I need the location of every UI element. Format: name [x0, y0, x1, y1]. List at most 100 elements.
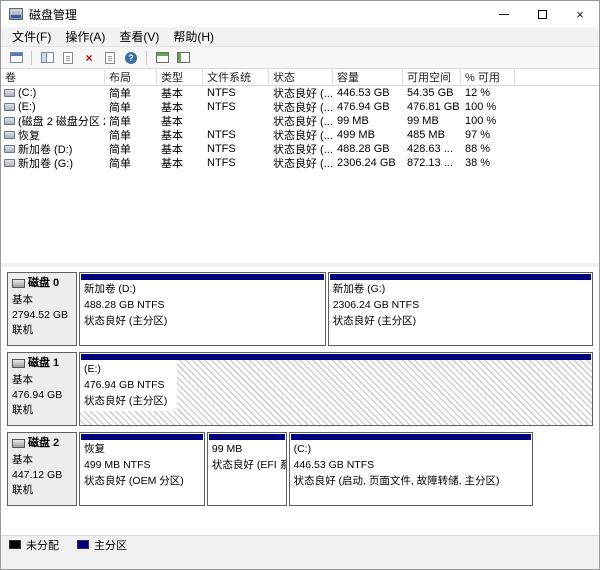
cell-filesystem: NTFS	[203, 101, 269, 113]
disk-size: 476.94 GB	[12, 388, 72, 403]
disk-type: 基本	[12, 453, 72, 468]
partitions-area: 新加卷 (D:) 488.28 GB NTFS 状态良好 (主分区) 新加卷 (…	[79, 272, 593, 346]
partition-name: (C:)	[294, 442, 528, 458]
partition-size: 2306.24 GB NTFS	[333, 298, 588, 314]
col-header-volume[interactable]: 卷	[1, 69, 105, 85]
legend-label: 未分配	[26, 537, 59, 553]
cell-capacity: 476.94 GB	[333, 101, 403, 113]
disk-row-2: 磁盘 2 基本 447.12 GB 联机 恢复 499 MB NTFS 状态良好…	[7, 432, 593, 506]
partition-status: 状态良好 (主分区)	[333, 314, 588, 330]
disk-type: 基本	[12, 293, 72, 308]
disk-header[interactable]: 磁盘 0 基本 2794.52 GB 联机	[7, 272, 77, 346]
table-row[interactable]: (磁盘 2 磁盘分区 2) 简单 基本 状态良好 (... 99 MB 99 M…	[1, 114, 599, 128]
col-header-filesystem[interactable]: 文件系统	[203, 69, 269, 85]
cell-capacity: 99 MB	[333, 115, 403, 127]
volume-icon	[4, 131, 15, 139]
partition-status: 状态良好 (主分区)	[84, 314, 321, 330]
cell-free: 99 MB	[403, 115, 461, 127]
menu-help[interactable]: 帮助(H)	[166, 26, 221, 47]
titlebar[interactable]: 磁盘管理 ×	[1, 1, 599, 27]
cell-type: 基本	[157, 155, 203, 171]
disk-header[interactable]: 磁盘 1 基本 476.94 GB 联机	[7, 352, 77, 426]
delete-icon: ×	[85, 52, 92, 64]
table-row[interactable]: 恢复 简单 基本 NTFS 状态良好 (... 499 MB 485 MB 97…	[1, 128, 599, 142]
cell-volume: 新加卷 (G:)	[1, 155, 105, 171]
partition-recovery[interactable]: 恢复 499 MB NTFS 状态良好 (OEM 分区)	[79, 432, 205, 506]
col-header-layout[interactable]: 布局	[105, 69, 157, 85]
disk-status: 联机	[12, 323, 72, 338]
disk-row-0: 磁盘 0 基本 2794.52 GB 联机 新加卷 (D:) 488.28 GB…	[7, 272, 593, 346]
cell-pct-free: 88 %	[461, 143, 515, 155]
panes-view-button[interactable]	[38, 49, 56, 67]
partition-status: 状态良好 (OEM 分区)	[84, 474, 200, 490]
unallocated-swatch	[9, 540, 21, 549]
table-row[interactable]: (C:) 简单 基本 NTFS 状态良好 (... 446.53 GB 54.3…	[1, 86, 599, 100]
help-button[interactable]: ?	[122, 49, 140, 67]
cell-filesystem: NTFS	[203, 87, 269, 99]
minimize-icon	[499, 14, 509, 15]
cell-free: 428.63 ...	[403, 143, 461, 155]
list-view-button[interactable]	[153, 49, 171, 67]
legend-label: 主分区	[94, 537, 127, 553]
disk-header[interactable]: 磁盘 2 基本 447.12 GB 联机	[7, 432, 77, 506]
table-row[interactable]: 新加卷 (D:) 简单 基本 NTFS 状态良好 (... 488.28 GB …	[1, 142, 599, 156]
window-title: 磁盘管理	[29, 6, 77, 23]
panes-icon	[41, 52, 54, 63]
partition-name: (E:)	[84, 362, 167, 378]
menu-view[interactable]: 查看(V)	[112, 26, 166, 47]
toolbar-separator	[146, 51, 147, 65]
delete-volume-button[interactable]: ×	[80, 49, 98, 67]
cell-free: 872.13 ...	[403, 157, 461, 169]
export-list-button[interactable]	[59, 49, 77, 67]
menu-action[interactable]: 操作(A)	[58, 26, 112, 47]
disk-type: 基本	[12, 373, 72, 388]
properties-button[interactable]	[101, 49, 119, 67]
statusbar	[1, 553, 599, 569]
partition-size: 476.94 GB NTFS	[84, 378, 167, 394]
minimize-button[interactable]	[485, 1, 523, 27]
volume-list-header: 卷 布局 类型 文件系统 状态 容量 可用空间 % 可用	[1, 69, 599, 86]
partition-size: 499 MB NTFS	[84, 458, 200, 474]
partition-name: 恢复	[84, 442, 200, 458]
table-row[interactable]: 新加卷 (G:) 简单 基本 NTFS 状态良好 (... 2306.24 GB…	[1, 156, 599, 170]
toolbar: × ?	[1, 47, 599, 69]
cell-free: 54.35 GB	[403, 87, 461, 99]
col-header-status[interactable]: 状态	[269, 69, 333, 85]
disk-management-window: 磁盘管理 × 文件(F) 操作(A) 查看(V) 帮助(H) × ? 卷 布局 …	[0, 0, 600, 570]
col-header-type[interactable]: 类型	[157, 69, 203, 85]
cell-capacity: 2306.24 GB	[333, 157, 403, 169]
partition-d[interactable]: 新加卷 (D:) 488.28 GB NTFS 状态良好 (主分区)	[79, 272, 326, 346]
cell-pct-free: 12 %	[461, 87, 515, 99]
console-window-icon	[10, 52, 23, 63]
partition-c[interactable]: (C:) 446.53 GB NTFS 状态良好 (启动, 页面文件, 故障转储…	[289, 432, 533, 506]
menu-file[interactable]: 文件(F)	[5, 26, 58, 47]
toolbar-separator	[31, 51, 32, 65]
maximize-button[interactable]	[523, 1, 561, 27]
legend: 未分配 主分区	[1, 535, 599, 553]
properties-icon	[105, 52, 115, 64]
legend-item-unallocated: 未分配	[9, 537, 59, 553]
close-button[interactable]: ×	[561, 1, 599, 27]
partition-name: 新加卷 (D:)	[84, 282, 321, 298]
partition-size: 99 MB	[212, 442, 282, 458]
console-tree-button[interactable]	[7, 49, 25, 67]
graph-view-icon	[177, 52, 190, 63]
partition-g[interactable]: 新加卷 (G:) 2306.24 GB NTFS 状态良好 (主分区)	[328, 272, 593, 346]
col-header-capacity[interactable]: 容量	[333, 69, 403, 85]
partitions-area: 恢复 499 MB NTFS 状态良好 (OEM 分区) 99 MB 状态良好 …	[79, 432, 593, 506]
cell-status: 状态良好 (...	[269, 155, 333, 171]
list-view-icon	[156, 52, 169, 63]
cell-filesystem: NTFS	[203, 157, 269, 169]
partition-status: 状态良好 (主分区)	[84, 394, 167, 410]
graph-view-button[interactable]	[174, 49, 192, 67]
cell-filesystem: NTFS	[203, 143, 269, 155]
col-header-pct-free[interactable]: % 可用	[461, 69, 515, 85]
partition-size: 446.53 GB NTFS	[294, 458, 528, 474]
partition-efi[interactable]: 99 MB 状态良好 (EFI 系统分区)	[207, 432, 287, 506]
volume-list: 卷 布局 类型 文件系统 状态 容量 可用空间 % 可用 (C:) 简单 基本 …	[1, 69, 599, 263]
table-row[interactable]: (E:) 简单 基本 NTFS 状态良好 (... 476.94 GB 476.…	[1, 100, 599, 114]
volume-icon	[4, 145, 15, 153]
col-header-free[interactable]: 可用空间	[403, 69, 461, 85]
partition-e-selected[interactable]: (E:) 476.94 GB NTFS 状态良好 (主分区)	[79, 352, 593, 426]
maximize-icon	[538, 10, 547, 19]
